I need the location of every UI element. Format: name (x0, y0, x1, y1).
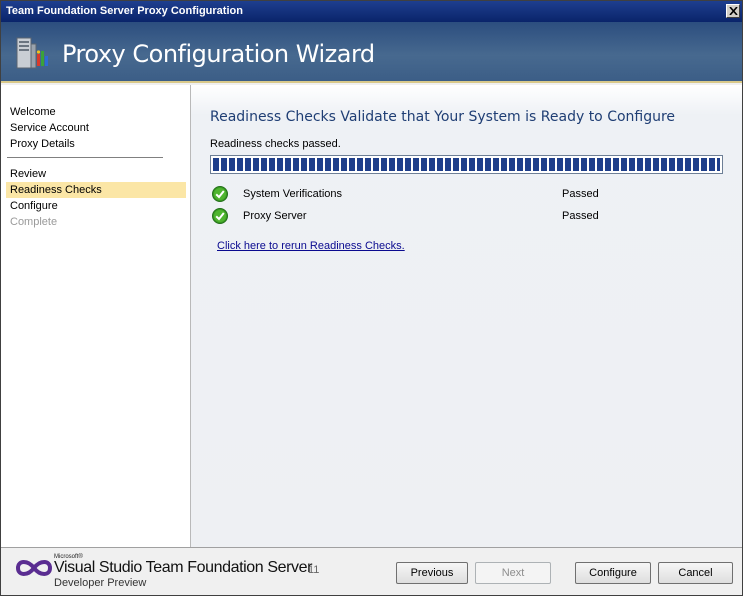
progress-fill (213, 158, 720, 171)
step-separator (7, 157, 163, 158)
wizard-footer: Microsoft® Visual Studio Team Foundation… (1, 547, 742, 595)
banner-divider (1, 81, 742, 83)
next-button: Next (475, 562, 551, 584)
step-welcome[interactable]: Welcome (10, 105, 56, 119)
step-readiness-checks[interactable]: Readiness Checks (6, 182, 186, 198)
step-service-account[interactable]: Service Account (10, 121, 89, 135)
rerun-readiness-checks-link[interactable]: Click here to rerun Readiness Checks. (217, 240, 405, 252)
wizard-step-list: Welcome Service Account Proxy Details Re… (1, 85, 191, 547)
wizard-window: Team Foundation Server Proxy Configurati… (0, 0, 743, 596)
check-row: Proxy Server Passed (212, 208, 632, 226)
check-name: System Verifications (243, 188, 343, 200)
step-configure[interactable]: Configure (10, 199, 58, 213)
previous-button[interactable]: Previous (396, 562, 468, 584)
check-status: Passed (562, 188, 599, 200)
logo-product-name: Visual Studio Team Foundation Server (54, 559, 313, 576)
page-heading: Readiness Checks Validate that Your Syst… (210, 109, 676, 125)
cancel-button[interactable]: Cancel (658, 562, 733, 584)
window-title: Team Foundation Server Proxy Configurati… (6, 5, 243, 17)
check-circle-icon (212, 186, 228, 202)
check-row: System Verifications Passed (212, 186, 632, 204)
wizard-banner: Proxy Configuration Wizard (1, 22, 742, 83)
readiness-progress-bar (210, 155, 723, 174)
check-circle-icon (212, 208, 228, 224)
step-review[interactable]: Review (10, 167, 46, 181)
check-status: Passed (562, 210, 599, 222)
logo-subtitle: Developer Preview (54, 577, 147, 589)
readiness-status-text: Readiness checks passed. (210, 138, 341, 150)
configure-button[interactable]: Configure (575, 562, 651, 584)
close-icon (729, 7, 738, 15)
visual-studio-logo-icon (15, 560, 53, 576)
server-icon (16, 37, 48, 69)
main-panel: Readiness Checks Validate that Your Syst… (191, 85, 742, 547)
title-bar[interactable]: Team Foundation Server Proxy Configurati… (1, 1, 742, 22)
logo-version: 11 (308, 564, 320, 576)
step-proxy-details[interactable]: Proxy Details (10, 137, 75, 151)
step-complete: Complete (10, 216, 58, 228)
close-button[interactable] (726, 4, 740, 18)
banner-title: Proxy Configuration Wizard (62, 40, 375, 68)
check-name: Proxy Server (243, 210, 307, 222)
